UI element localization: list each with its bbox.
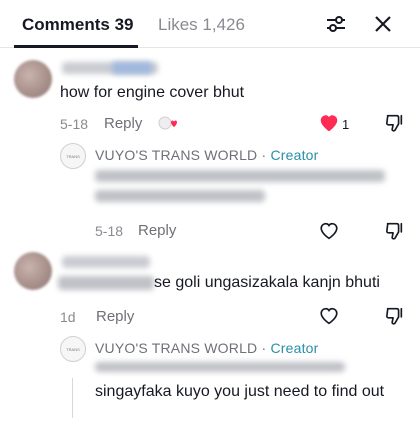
username-blurred <box>62 256 150 268</box>
creator-badge: Creator <box>270 340 319 356</box>
comment-time: 5-18 <box>60 116 89 132</box>
heart-by-creator-icon <box>158 116 177 130</box>
tab-comments[interactable]: Comments 39 <box>22 15 133 35</box>
creator-author: VUYO'S TRANS WORLD <box>95 340 258 356</box>
tab-likes[interactable]: Likes 1,426 <box>158 15 245 35</box>
creator-separator: · <box>261 147 267 163</box>
reply-text: singayfaka kuyo you just need to find ou… <box>95 383 385 400</box>
dislike-icon[interactable] <box>383 112 405 134</box>
comment-text-main: ungasizakala kanjn bhuti <box>204 274 380 291</box>
creator-badge: Creator <box>270 147 319 163</box>
avatar[interactable] <box>14 60 52 98</box>
comment-text-blurred <box>58 276 154 290</box>
sliders-icon[interactable] <box>324 12 348 36</box>
comment-text-prefix: se goli <box>154 274 201 291</box>
reply-button[interactable]: Reply <box>104 115 142 132</box>
close-icon[interactable] <box>371 12 395 36</box>
reply-thread-line <box>72 378 73 418</box>
dislike-icon[interactable] <box>383 220 405 242</box>
reply-button[interactable]: Reply <box>138 222 176 239</box>
comments-header: Comments 39 Likes 1,426 <box>0 0 420 48</box>
user-badge-blurred <box>112 62 152 74</box>
like-count: 1 <box>342 117 350 132</box>
like-heart-icon[interactable] <box>318 112 340 134</box>
creator-author: VUYO'S TRANS WORLD <box>95 147 258 163</box>
creator-avatar[interactable]: TRANS <box>60 143 86 169</box>
creator-name-line[interactable]: VUYO'S TRANS WORLD · Creator <box>95 147 319 163</box>
comment-text: se goli ungasizakala kanjn bhuti <box>154 274 380 292</box>
reply-text-blurred <box>95 362 345 372</box>
creator-name-line[interactable]: VUYO'S TRANS WORLD · Creator <box>95 340 319 356</box>
comment-time: 1d <box>60 309 76 325</box>
reply-time: 5-18 <box>95 223 124 239</box>
reply-button[interactable]: Reply <box>96 308 134 325</box>
reply-text-blurred <box>95 190 265 202</box>
creator-separator: · <box>261 340 267 356</box>
creator-avatar[interactable]: TRANS <box>60 336 86 362</box>
comment-text: how for engine cover bhut <box>60 84 245 101</box>
dislike-icon[interactable] <box>383 305 405 327</box>
avatar[interactable] <box>14 252 52 290</box>
like-heart-icon[interactable] <box>318 220 340 242</box>
active-tab-indicator <box>14 45 138 48</box>
reply-text-blurred <box>95 170 385 182</box>
like-heart-icon[interactable] <box>318 305 340 327</box>
